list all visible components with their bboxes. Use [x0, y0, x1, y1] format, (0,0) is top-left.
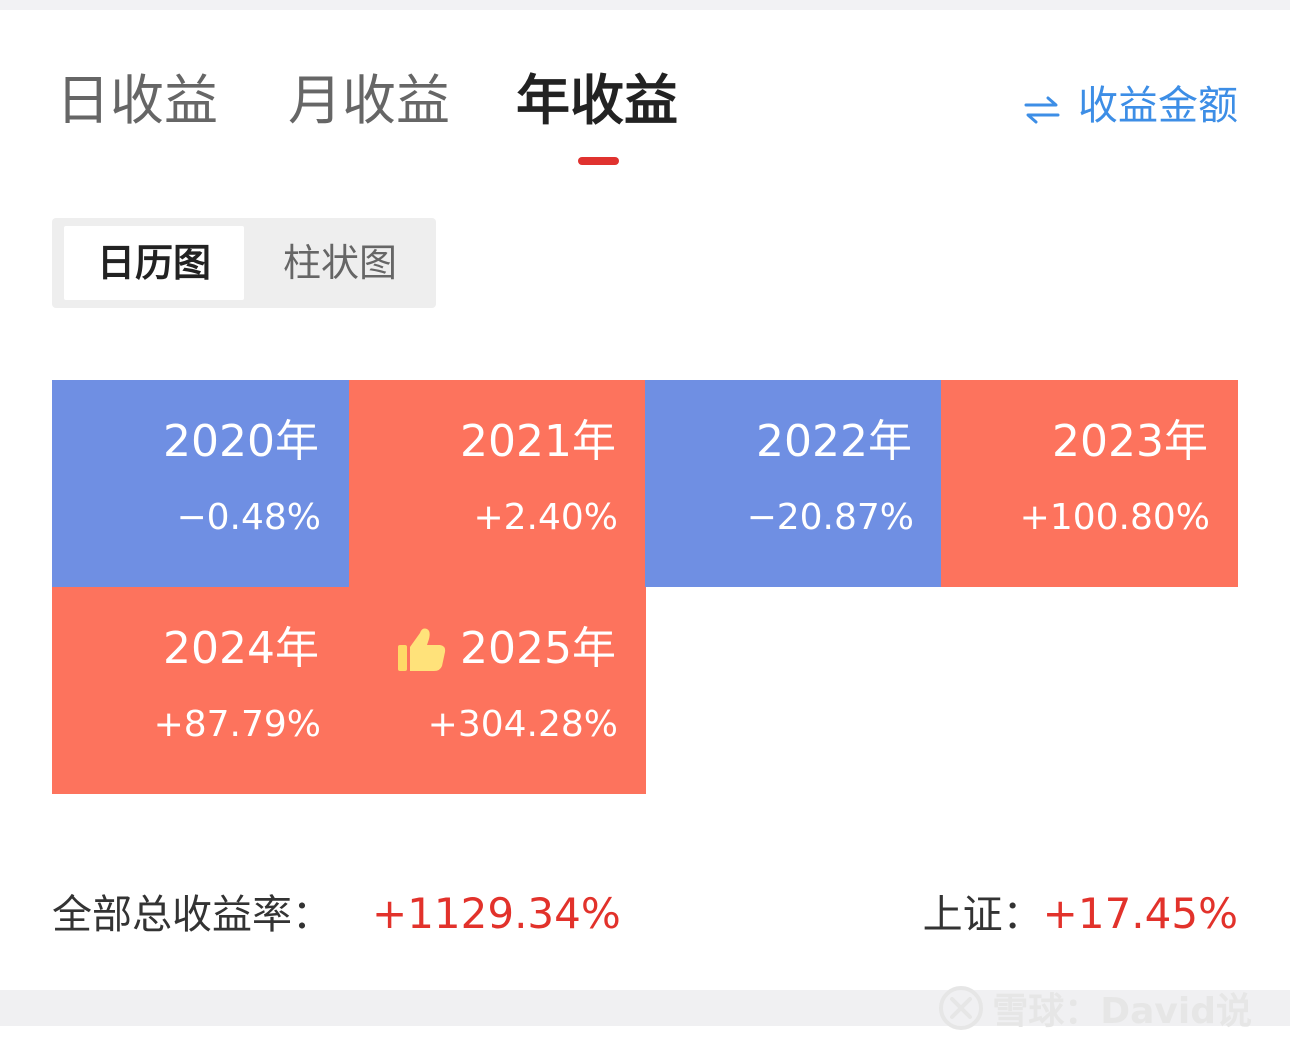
year-cell-2020[interactable]: 2020年 −0.48% [52, 380, 349, 587]
thumbs-up-icon [396, 625, 448, 673]
index-return-value: +17.45% [1042, 889, 1238, 938]
calendar-view-button[interactable]: 日历图 [64, 226, 244, 300]
index-return-summary: 上证：+17.45% [923, 886, 1238, 942]
year-return: +2.40% [473, 497, 618, 538]
year-label: 2024年 [163, 623, 319, 674]
tab-monthly-return[interactable]: 月收益 [288, 66, 450, 136]
year-label: 2020年 [163, 416, 319, 467]
total-return-label: 全部总收益率： [52, 892, 332, 938]
year-cell-2024[interactable]: 2024年 +87.79% [52, 587, 349, 794]
year-return: −0.48% [176, 497, 321, 538]
year-return: +100.80% [1019, 497, 1210, 538]
view-switch: 日历图 柱状图 [52, 218, 436, 308]
tab-daily-return[interactable]: 日收益 [56, 66, 218, 136]
year-label: 2025年 [460, 623, 616, 674]
xueqiu-logo-icon [938, 985, 984, 1031]
year-cell-2025[interactable]: 2025年 +304.28% [349, 587, 646, 794]
year-label: 2023年 [1052, 416, 1208, 467]
toggle-amount-link[interactable]: 收益金额 [1024, 74, 1238, 130]
active-tab-indicator [578, 157, 619, 165]
year-return: +304.28% [427, 704, 618, 745]
total-return-summary: 全部总收益率： +1129.34% [52, 886, 621, 942]
watermark: 雪球：David说 [938, 982, 1252, 1034]
bar-chart-view-button[interactable]: 柱状图 [252, 226, 428, 300]
toggle-amount-label: 收益金额 [1078, 83, 1238, 129]
watermark-text: 雪球：David说 [992, 991, 1252, 1032]
year-label: 2022年 [756, 416, 912, 467]
yearly-return-calendar: 2020年 −0.48% 2021年 +2.40% 2022年 −20.87% … [52, 380, 1238, 794]
year-cell-2021[interactable]: 2021年 +2.40% [349, 380, 646, 587]
year-cell-2022[interactable]: 2022年 −20.87% [645, 380, 942, 587]
year-cell-2023[interactable]: 2023年 +100.80% [941, 380, 1238, 587]
total-return-value: +1129.34% [372, 889, 621, 938]
swap-arrows-icon [1024, 88, 1060, 124]
year-return: +87.79% [153, 704, 321, 745]
top-divider [0, 0, 1290, 10]
index-return-label: 上证： [922, 892, 1043, 938]
year-label: 2021年 [460, 416, 616, 467]
year-return: −20.87% [746, 497, 914, 538]
tab-yearly-return[interactable]: 年收益 [516, 66, 678, 136]
year-label-wrap: 2025年 [396, 621, 616, 677]
